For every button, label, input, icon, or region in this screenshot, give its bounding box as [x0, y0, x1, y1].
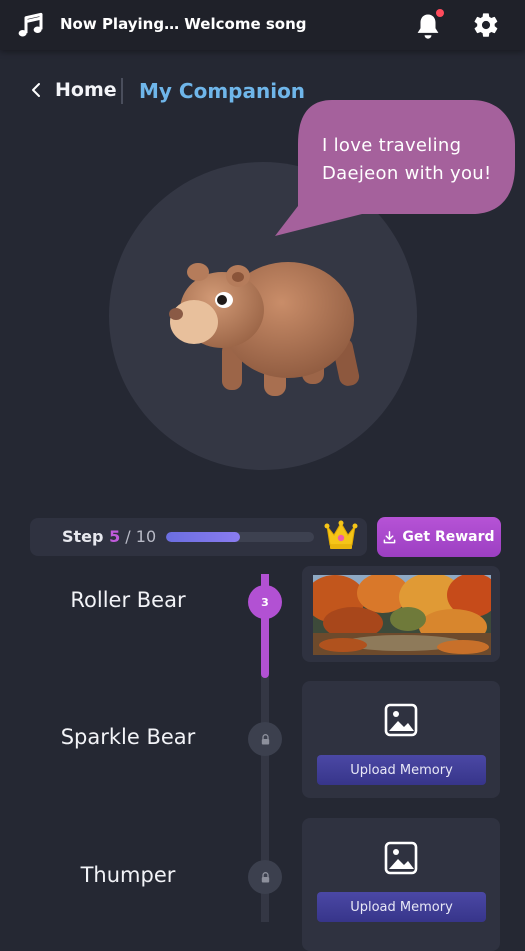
gear-icon[interactable] — [472, 11, 500, 39]
timeline-item-name: Roller Bear — [70, 588, 186, 612]
now-playing-text[interactable]: Now Playing… Welcome song — [60, 15, 307, 33]
step-counter: Step 5 / 10 — [62, 527, 156, 546]
download-icon — [384, 530, 396, 543]
step-separator: / — [120, 527, 136, 546]
step-progress-fill — [166, 532, 240, 542]
crown-icon — [324, 520, 358, 549]
music-note-icon[interactable] — [16, 10, 46, 40]
timeline-item-name: Thumper — [80, 863, 176, 887]
step-total: 10 — [135, 527, 157, 546]
breadcrumb-divider — [121, 78, 123, 104]
step-current: 5 — [109, 527, 121, 546]
memory-photo[interactable] — [313, 575, 491, 655]
timeline-item-name: Sparkle Bear — [60, 725, 196, 749]
top-bar: Now Playing… Welcome song — [0, 0, 525, 50]
get-reward-button[interactable]: Get Reward — [377, 517, 501, 557]
notification-dot — [436, 9, 444, 17]
step-label: Step — [62, 527, 104, 546]
timeline-node-active[interactable]: 3 — [248, 585, 282, 619]
companion-speech-text: I love traveling Daejeon with you! — [322, 135, 492, 184]
chevron-left-icon[interactable] — [28, 81, 44, 99]
memory-card — [302, 818, 500, 951]
upload-memory-button[interactable]: Upload Memory — [317, 755, 486, 785]
lock-icon — [261, 733, 269, 744]
step-progress-bar — [166, 532, 314, 542]
bear-companion-image[interactable] — [160, 250, 370, 400]
lock-icon — [261, 871, 269, 882]
image-icon — [384, 841, 418, 875]
timeline-node-locked — [248, 860, 282, 894]
image-icon — [384, 703, 418, 737]
breadcrumb-home[interactable]: Home — [55, 79, 117, 101]
get-reward-label: Get Reward — [402, 529, 495, 545]
upload-memory-button[interactable]: Upload Memory — [317, 892, 486, 922]
timeline-node-locked — [248, 722, 282, 756]
